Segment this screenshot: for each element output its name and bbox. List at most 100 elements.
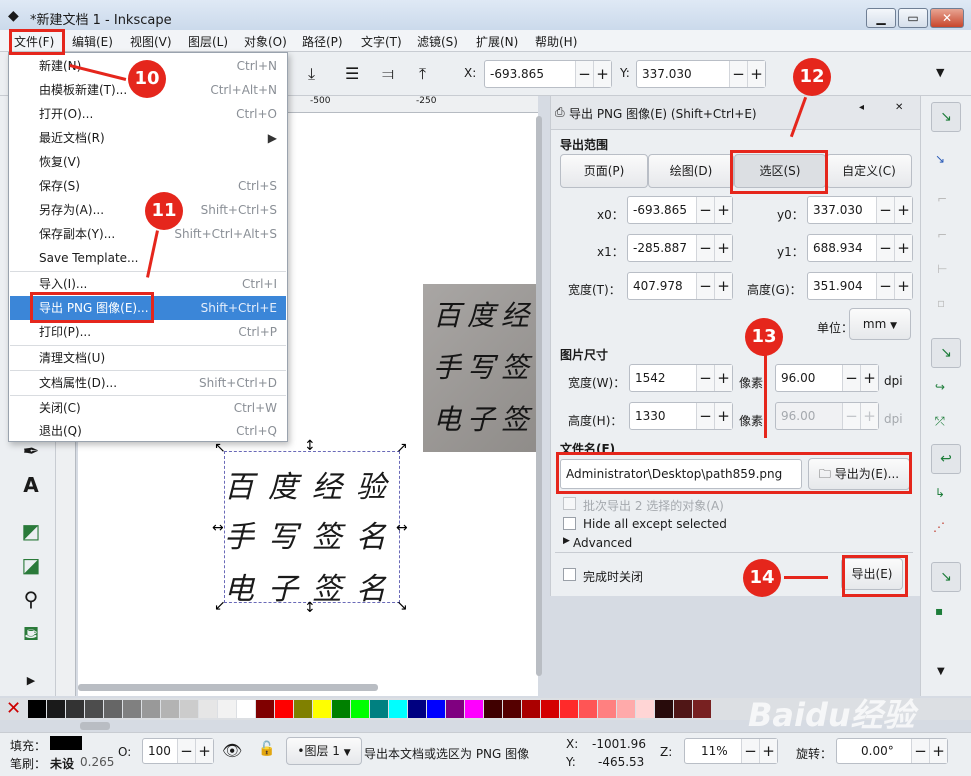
tab-custom[interactable]: 自定义(C): [826, 154, 912, 188]
snap-midpoint-icon[interactable]: ⊢: [937, 262, 947, 276]
align-top-icon[interactable]: ⤒: [419, 64, 426, 84]
menu-text[interactable]: 文字(T): [361, 33, 402, 50]
x0-value[interactable]: -693.865: [633, 203, 687, 217]
snap-guide-icon[interactable]: ⋰: [933, 520, 945, 534]
y1-spinbox[interactable]: 688.934 − +: [807, 234, 913, 262]
mesh-tool-icon[interactable]: ◪: [18, 552, 44, 578]
snap-edge-icon[interactable]: ⌐: [937, 192, 947, 206]
gradient-tool-icon[interactable]: ◩: [18, 518, 44, 544]
color-swatch[interactable]: [408, 700, 426, 718]
plus-icon[interactable]: +: [714, 197, 732, 223]
color-swatch[interactable]: [693, 700, 711, 718]
plus-icon[interactable]: +: [894, 235, 912, 261]
menu-object[interactable]: 对象(O): [244, 33, 287, 50]
snap-corner-icon[interactable]: ⌐: [937, 228, 947, 242]
color-swatch[interactable]: [465, 700, 483, 718]
snap-intersection-icon[interactable]: ⤱: [935, 414, 945, 429]
opacity-value[interactable]: 100: [148, 744, 171, 758]
plus-icon[interactable]: +: [714, 273, 732, 299]
minus-icon[interactable]: −: [876, 273, 894, 299]
color-swatch[interactable]: [389, 700, 407, 718]
width-value[interactable]: 407.978: [633, 279, 683, 293]
color-swatch[interactable]: [123, 700, 141, 718]
menu-layer[interactable]: 图层(L): [188, 33, 228, 50]
color-swatch[interactable]: [313, 700, 331, 718]
tab-drawing[interactable]: 绘图(D): [648, 154, 734, 188]
color-swatch[interactable]: [218, 700, 236, 718]
snap-smooth-icon[interactable]: ↩: [931, 444, 961, 474]
snap-toggle-icon[interactable]: ↘: [931, 102, 961, 132]
hide-all-checkbox[interactable]: [563, 517, 576, 530]
plus-icon[interactable]: +: [929, 739, 947, 763]
color-swatch[interactable]: [617, 700, 635, 718]
advanced-expander[interactable]: Advanced: [573, 536, 632, 550]
plus-icon[interactable]: +: [593, 61, 611, 87]
y0-value[interactable]: 337.030: [813, 203, 863, 217]
snap-midpath-icon[interactable]: ↳: [935, 486, 945, 500]
snap-grid-icon[interactable]: ▪: [935, 604, 943, 618]
plus-icon[interactable]: +: [747, 61, 765, 87]
menu-item-revert[interactable]: 恢复(V): [10, 150, 286, 174]
no-paint-icon[interactable]: ✕: [6, 698, 21, 719]
minus-icon[interactable]: −: [741, 739, 759, 763]
plus-icon[interactable]: +: [714, 403, 732, 429]
color-swatch[interactable]: [522, 700, 540, 718]
color-swatch[interactable]: [541, 700, 559, 718]
color-swatch[interactable]: [180, 700, 198, 718]
menu-edit[interactable]: 编辑(E): [72, 33, 113, 50]
x-value[interactable]: -693.865: [490, 67, 544, 81]
plus-icon[interactable]: +: [894, 273, 912, 299]
color-swatch[interactable]: [370, 700, 388, 718]
snap-page-icon[interactable]: ↘: [931, 562, 961, 592]
rotate-spinbox[interactable]: 0.00° − +: [836, 738, 948, 764]
close-button[interactable]: ✕: [930, 8, 964, 28]
dpi-value[interactable]: 96.00: [781, 371, 815, 385]
scale-handle-icon[interactable]: ↙: [214, 598, 226, 614]
y0-spinbox[interactable]: 337.030 − +: [807, 196, 913, 224]
overflow-arrow-icon[interactable]: ▼: [936, 66, 944, 79]
x0-spinbox[interactable]: -693.865 − +: [627, 196, 733, 224]
align-left-icon[interactable]: ⫤: [382, 64, 394, 84]
scale-handle-icon[interactable]: ↔: [212, 520, 224, 536]
align-middle-icon[interactable]: ☰: [345, 64, 359, 83]
opacity-spinbox[interactable]: 100 − +: [142, 738, 214, 764]
expand-arrow-icon[interactable]: ▼: [937, 666, 945, 677]
x-spinbox[interactable]: -693.865 − +: [484, 60, 612, 88]
color-swatch[interactable]: [256, 700, 274, 718]
text-tool-icon[interactable]: A: [18, 472, 44, 498]
minus-icon[interactable]: −: [696, 365, 714, 391]
fill-swatch[interactable]: [50, 736, 82, 750]
color-swatch[interactable]: [579, 700, 597, 718]
palette-scrollbar[interactable]: [80, 722, 110, 730]
layer-dropdown[interactable]: •图层 1 ▼: [286, 737, 362, 765]
minimize-button[interactable]: ▁: [866, 8, 896, 28]
minus-icon[interactable]: −: [696, 273, 714, 299]
snap-nodes-icon[interactable]: ↘: [931, 338, 961, 368]
snap-center-icon[interactable]: ▫: [937, 296, 945, 310]
color-swatch[interactable]: [237, 700, 255, 718]
plus-icon[interactable]: +: [759, 739, 777, 763]
rotate-value[interactable]: 0.00°: [861, 744, 894, 758]
menu-item-print[interactable]: 打印(P)... Ctrl+P: [10, 320, 286, 344]
snap-path-icon[interactable]: ↪: [935, 380, 945, 394]
menu-item-cleanup[interactable]: 清理文档(U): [10, 346, 286, 370]
unit-dropdown[interactable]: mm ▼: [849, 308, 911, 340]
px-width-value[interactable]: 1542: [635, 371, 666, 385]
menu-item-close[interactable]: 关闭(C) Ctrl+W: [10, 396, 286, 420]
snap-bbox-icon[interactable]: ↘: [935, 152, 945, 166]
color-swatch[interactable]: [85, 700, 103, 718]
color-swatch[interactable]: [351, 700, 369, 718]
color-swatch[interactable]: [275, 700, 293, 718]
menu-item-document-properties[interactable]: 文档属性(D)... Shift+Ctrl+D: [10, 371, 286, 395]
color-swatch[interactable]: [427, 700, 445, 718]
maximize-button[interactable]: ▭: [898, 8, 928, 28]
align-bottom-icon[interactable]: ⤓: [308, 64, 315, 84]
minus-icon[interactable]: −: [696, 403, 714, 429]
scale-handle-icon[interactable]: ↔: [396, 520, 408, 536]
menu-item-quit[interactable]: 退出(Q) Ctrl+Q: [10, 419, 286, 443]
minus-icon[interactable]: −: [842, 365, 860, 391]
horizontal-scrollbar[interactable]: [78, 684, 378, 691]
color-swatch[interactable]: [332, 700, 350, 718]
y1-value[interactable]: 688.934: [813, 241, 863, 255]
minus-icon[interactable]: −: [876, 235, 894, 261]
